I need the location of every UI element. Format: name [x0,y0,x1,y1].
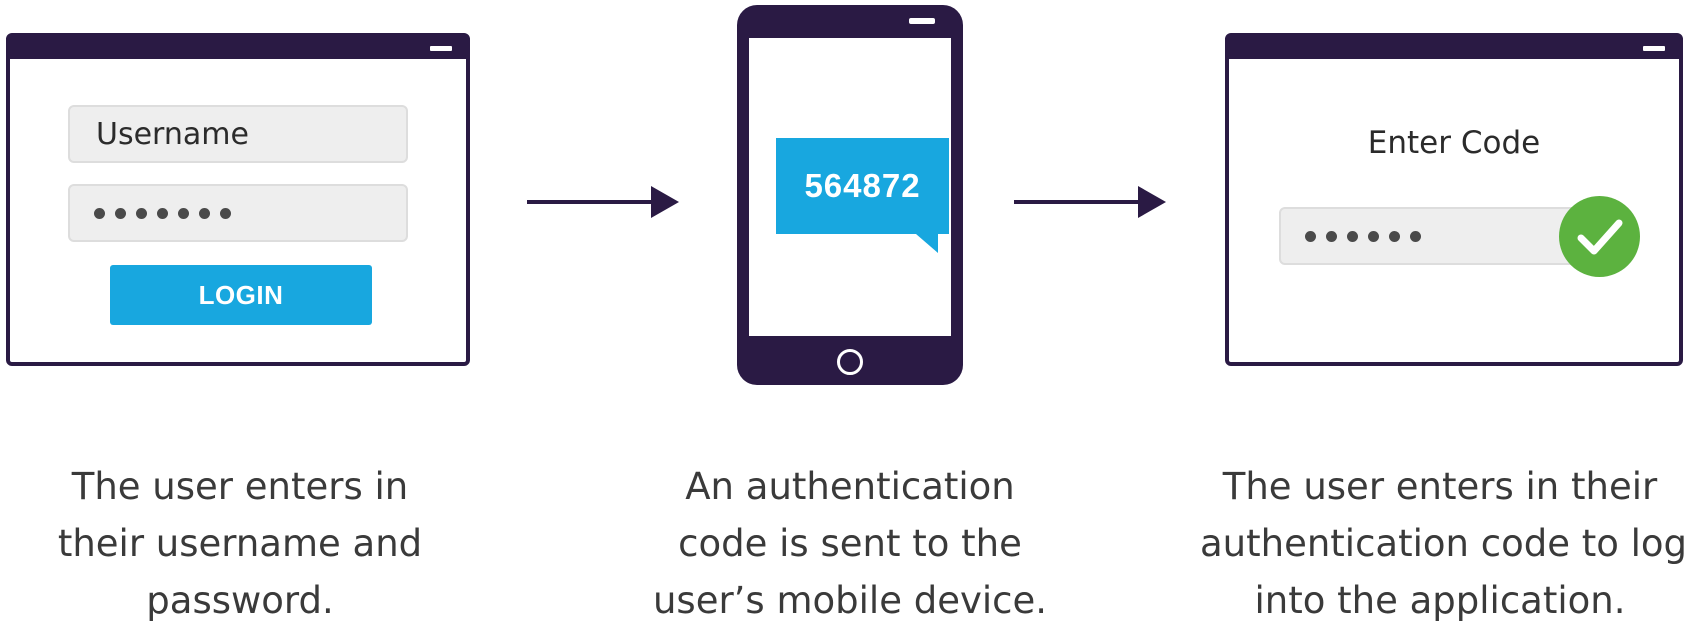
caption-line: their username and [57,522,423,565]
caption-step-3: The user enters in their authentication … [1200,458,1684,629]
username-input[interactable]: Username [68,105,408,163]
password-mask [94,186,231,240]
mask-dot [1389,230,1400,242]
minimize-icon[interactable] [430,46,452,51]
mask-dot [1347,230,1358,242]
mobile-phone: 564872 [737,5,963,385]
caption-line: code is sent to the [678,522,1022,565]
checkmark-icon [1559,196,1640,277]
mask-dot [115,207,126,219]
password-input[interactable] [68,184,408,242]
caption-step-2: An authentication code is sent to the us… [650,458,1050,629]
mask-dot [94,207,105,219]
caption-line: user’s mobile device. [652,579,1048,622]
code-input[interactable] [1279,207,1579,265]
caption-line: An authentication [685,465,1015,508]
mask-dot [1410,230,1421,242]
verify-code-window: Enter Code [1225,33,1683,366]
phone-speaker [909,18,935,24]
arrow-right-icon [527,186,679,218]
minimize-icon[interactable] [1643,46,1665,51]
mask-dot [1368,230,1379,242]
window-title-bar [10,37,466,59]
phone-screen: 564872 [749,38,951,336]
caption-line: The user enters in their [1222,465,1658,508]
login-button[interactable]: LOGIN [110,265,372,325]
caption-step-1: The user enters in their username and pa… [40,458,440,629]
mask-dot [178,207,189,219]
sms-message-bubble: 564872 [776,138,949,253]
mask-dot [1326,230,1337,242]
home-button-icon[interactable] [837,349,863,375]
mask-dot [220,207,231,219]
caption-line: into the application. [1254,579,1626,622]
mask-dot [157,207,168,219]
code-mask [1305,209,1421,263]
mask-dot [199,207,210,219]
login-window: Username LOGIN [6,33,470,366]
arrow-right-icon [1014,186,1166,218]
enter-code-label: Enter Code [1367,125,1541,161]
mask-dot [1305,230,1316,242]
caption-line: authentication code to log [1200,522,1684,565]
caption-line: password. [146,579,334,622]
window-title-bar [1229,37,1679,59]
sms-auth-code: 564872 [804,167,921,204]
username-placeholder: Username [96,116,249,152]
mask-dot [136,207,147,219]
bubble-tail [916,234,938,253]
caption-line: The user enters in [71,465,409,508]
